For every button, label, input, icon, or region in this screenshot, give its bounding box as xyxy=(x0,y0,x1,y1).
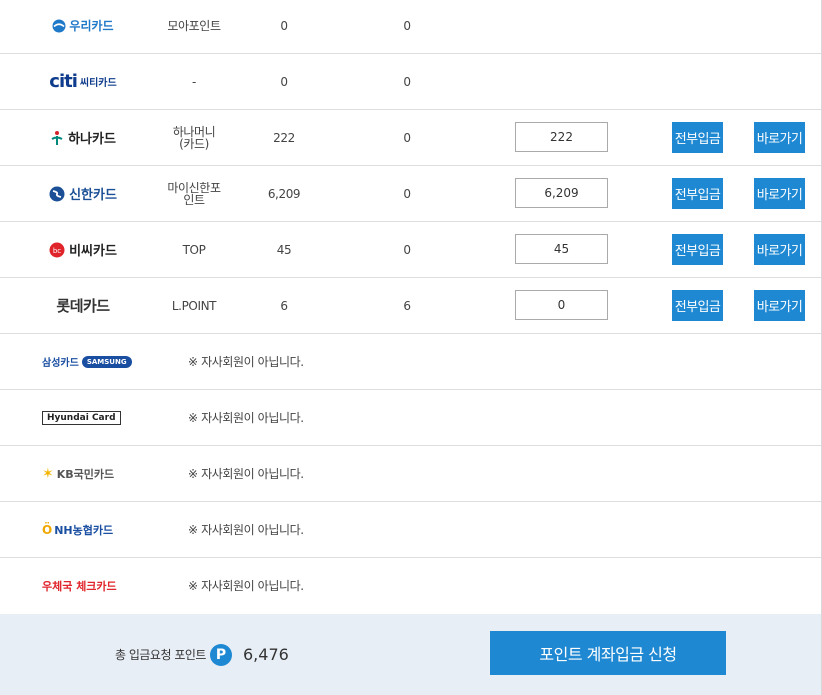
deposit-amount-input[interactable] xyxy=(515,290,608,320)
go-shortcut-button[interactable]: 바로가기 xyxy=(754,122,805,153)
non-member-note: ※ 자사회원이 아닙니다. xyxy=(188,522,304,537)
point-badge-icon: P xyxy=(210,644,232,666)
table-row: 우체국 체크카드 ※ 자사회원이 아닙니다. xyxy=(0,558,821,614)
table-row: 롯데카드 L.POINT 6 6 전부입금 바로가기 xyxy=(0,278,821,334)
bc-card-logo: bc 비씨카드 xyxy=(8,222,158,277)
deposit-amount-input[interactable] xyxy=(515,122,608,152)
point-name: TOP xyxy=(182,242,206,257)
held-points: 0 xyxy=(280,74,288,89)
table-row: 우리카드 모아포인트 0 0 xyxy=(0,0,821,54)
hana-card-logo: 하나카드 xyxy=(8,110,158,165)
hana-logo-icon xyxy=(51,130,63,145)
table-row: Ö NH농협카드 ※ 자사회원이 아닙니다. xyxy=(0,502,821,558)
samsung-card-logo: 삼성카드 SAMSUNG xyxy=(42,334,152,389)
total-request-label: 총 입금요청 포인트 xyxy=(115,648,206,662)
point-name: 하나머니 (카드) xyxy=(172,124,216,151)
deposit-amount-input[interactable] xyxy=(515,234,608,264)
deposit-all-button[interactable]: 전부입금 xyxy=(672,122,723,153)
bc-logo-icon: bc xyxy=(49,242,65,257)
go-shortcut-button[interactable]: 바로가기 xyxy=(754,234,805,265)
non-member-note: ※ 자사회원이 아닙니다. xyxy=(188,579,304,593)
kb-card-logo: ✶ KB국민카드 xyxy=(42,465,115,482)
nh-card-logo: Ö NH농협카드 xyxy=(42,522,114,537)
held-points: 0 xyxy=(280,18,288,33)
card-points-table: 우리카드 모아포인트 0 0 citi 씨티카드 - 0 0 하나카드 하나머니… xyxy=(0,0,822,695)
table-row: Hyundai Card ※ 자사회원이 아닙니다. xyxy=(0,390,821,446)
go-shortcut-button[interactable]: 바로가기 xyxy=(754,290,805,321)
min-points: 0 xyxy=(403,186,411,201)
non-member-note: ※ 자사회원이 아닙니다. xyxy=(188,354,304,369)
woori-card-logo: 우리카드 xyxy=(8,0,158,53)
min-points: 0 xyxy=(403,130,411,145)
min-points: 0 xyxy=(403,74,411,89)
table-row: 신한카드 마이신한포 인트 6,209 0 전부입금 바로가기 xyxy=(0,166,821,222)
held-points: 6,209 xyxy=(267,186,301,201)
table-row: ✶ KB국민카드 ※ 자사회원이 아닙니다. xyxy=(0,446,821,502)
woori-logo-icon xyxy=(52,19,66,32)
post-office-card-logo: 우체국 체크카드 xyxy=(42,580,117,593)
point-name: 마이신한포 인트 xyxy=(167,180,221,207)
non-member-note: ※ 자사회원이 아닙니다. xyxy=(188,410,304,425)
deposit-all-button[interactable]: 전부입금 xyxy=(672,178,723,209)
held-points: 222 xyxy=(273,130,295,145)
go-shortcut-button[interactable]: 바로가기 xyxy=(754,178,805,209)
point-name: L.POINT xyxy=(171,298,217,313)
non-member-note: ※ 자사회원이 아닙니다. xyxy=(188,466,304,481)
min-points: 0 xyxy=(403,242,411,257)
hyundai-card-logo: Hyundai Card xyxy=(42,390,152,445)
min-points: 6 xyxy=(403,298,411,313)
citi-card-logo: citi 씨티카드 xyxy=(49,71,117,92)
kb-star-icon: ✶ xyxy=(42,465,54,482)
total-request-value: 6,476 xyxy=(243,645,289,664)
point-name: 모아포인트 xyxy=(167,18,221,33)
deposit-all-button[interactable]: 전부입금 xyxy=(672,290,723,321)
submit-deposit-button[interactable]: 포인트 계좌입금 신청 xyxy=(490,631,726,675)
table-row: 하나카드 하나머니 (카드) 222 0 전부입금 바로가기 xyxy=(0,110,821,166)
held-points: 6 xyxy=(280,298,288,313)
shinhan-card-logo: 신한카드 xyxy=(8,166,158,221)
citi-logo-icon: citi xyxy=(49,71,78,92)
point-name: - xyxy=(192,74,196,89)
held-points: 45 xyxy=(276,242,292,257)
lotte-card-logo: 롯데카드 xyxy=(56,297,110,315)
shinhan-logo-icon xyxy=(49,186,65,201)
svg-text:bc: bc xyxy=(53,247,61,255)
nh-logo-icon: Ö xyxy=(42,522,53,537)
table-row: citi 씨티카드 - 0 0 xyxy=(0,54,821,110)
deposit-all-button[interactable]: 전부입금 xyxy=(672,234,723,265)
min-points: 0 xyxy=(403,18,411,33)
deposit-amount-input[interactable] xyxy=(515,178,608,208)
table-row: 삼성카드 SAMSUNG ※ 자사회원이 아닙니다. xyxy=(0,334,821,390)
table-row: bc 비씨카드 TOP 45 0 전부입금 바로가기 xyxy=(0,222,821,278)
